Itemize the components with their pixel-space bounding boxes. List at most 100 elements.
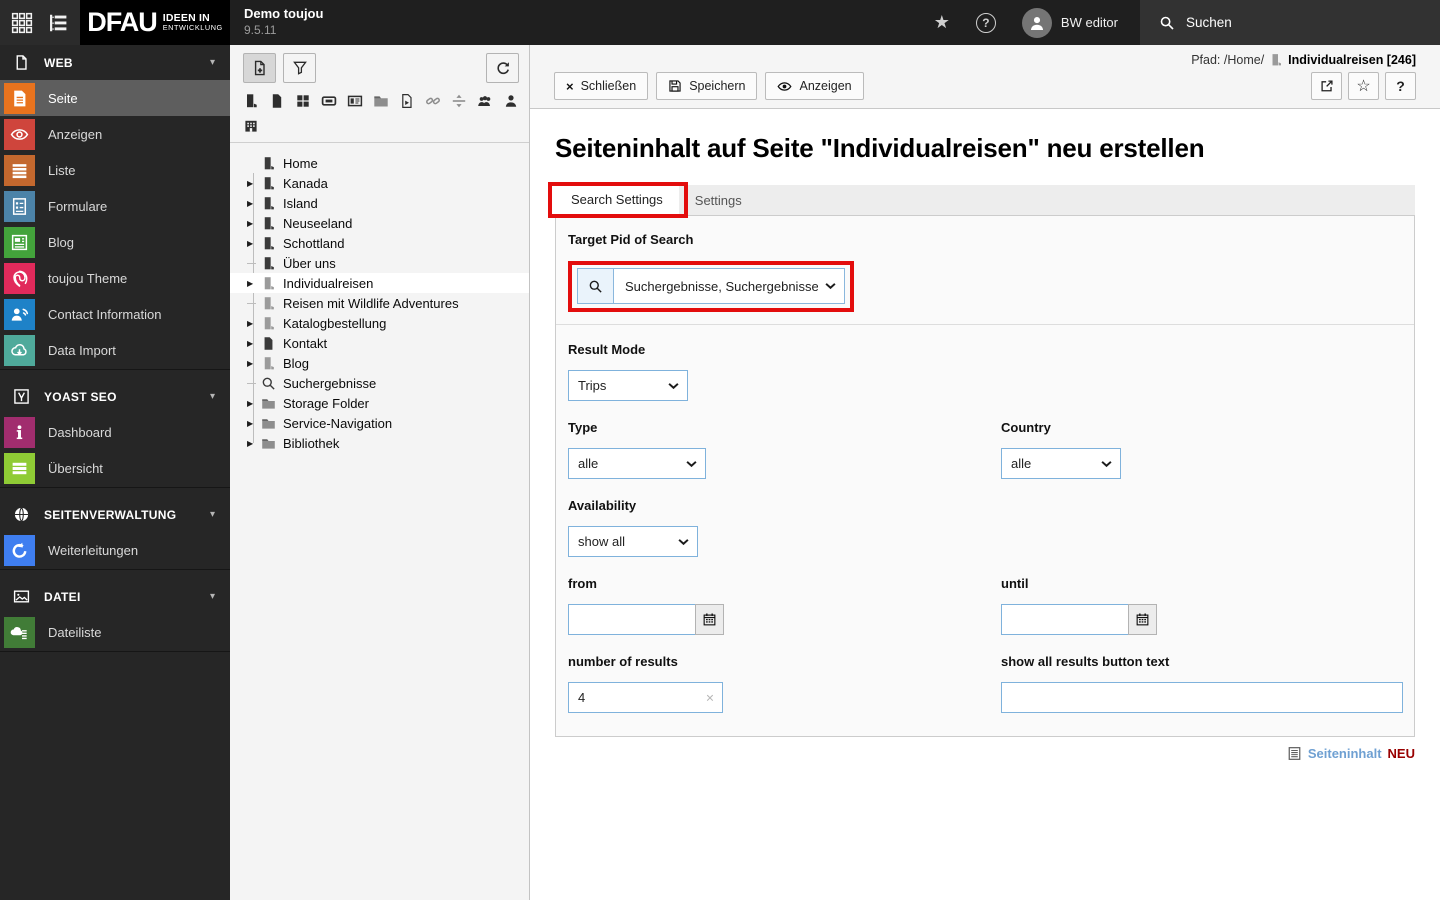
logo-text: DFAU xyxy=(87,7,157,37)
bookmark-star-icon[interactable]: ★ xyxy=(934,12,950,33)
docheader-help-button[interactable]: ? xyxy=(1385,72,1416,100)
divider-icon[interactable] xyxy=(451,93,467,109)
number-of-results-input[interactable] xyxy=(568,682,723,713)
clear-input-icon[interactable]: × xyxy=(706,689,714,705)
chain-icon[interactable] xyxy=(425,93,441,109)
folder-icon[interactable] xyxy=(373,93,389,109)
expand-arrow-icon[interactable]: ▶ xyxy=(247,419,260,428)
tree-item-katalogbestellung[interactable]: ▶ Katalogbestellung xyxy=(230,313,529,333)
tree-item-neuseeland[interactable]: ▶ Neuseeland xyxy=(230,213,529,233)
tree-item-island[interactable]: ▶ Island xyxy=(230,193,529,213)
sidebar-item-label: Liste xyxy=(48,162,76,178)
result-mode-select[interactable]: Trips xyxy=(568,370,688,401)
new-page-button[interactable] xyxy=(243,53,276,83)
expand-arrow-icon[interactable]: ▶ xyxy=(247,439,260,448)
topbar: DFAU IDEEN IN ENTWICKLUNG Demo toujou 9.… xyxy=(0,0,1440,45)
sidebar-item-seite[interactable]: Seite xyxy=(0,80,230,116)
global-search[interactable]: Suchen xyxy=(1140,0,1440,45)
section-header-web[interactable]: WEB ▾ xyxy=(0,45,230,80)
section-header-yoast-seo[interactable]: YOAST SEO ▾ xyxy=(0,379,230,414)
view-button[interactable]: Anzeigen xyxy=(765,72,864,100)
sidebar-item-übersicht[interactable]: Übersicht xyxy=(0,450,230,486)
group-icon[interactable] xyxy=(477,93,493,109)
expand-arrow-icon[interactable]: ▶ xyxy=(247,239,260,248)
sidebar-item-toujou-theme[interactable]: toujou Theme xyxy=(0,260,230,296)
target-pid-select[interactable]: Suchergebnisse, Suchergebnisse xyxy=(613,268,845,304)
search-label: Suchen xyxy=(1186,15,1232,30)
tree-item-suchergebnisse[interactable]: Suchergebnisse xyxy=(230,373,529,393)
show-all-text-input[interactable] xyxy=(1001,682,1403,713)
mod-list-icon xyxy=(4,154,35,186)
tree-item-bibliothek[interactable]: ▶ Bibliothek xyxy=(230,433,529,453)
tree-item-blog[interactable]: ▶ Blog xyxy=(230,353,529,373)
sidebar-item-label: Dashboard xyxy=(48,424,112,440)
sidebar-item-formulare[interactable]: Formulare xyxy=(0,188,230,224)
expand-arrow-icon[interactable]: ▶ xyxy=(247,339,260,348)
bookmark-button[interactable]: ☆ xyxy=(1348,72,1379,100)
door-page-icon[interactable] xyxy=(243,93,259,109)
section-header-datei[interactable]: DATEI ▾ xyxy=(0,579,230,614)
banner-icon[interactable] xyxy=(321,93,337,109)
tree-item-kanada[interactable]: ▶ Kanada xyxy=(230,173,529,193)
grid4-icon[interactable] xyxy=(295,93,311,109)
tree-item-schottland[interactable]: ▶ Schottland xyxy=(230,233,529,253)
expand-arrow-icon[interactable]: ▶ xyxy=(247,359,260,368)
sidebar-item-contact-information[interactable]: Contact Information xyxy=(0,296,230,332)
sidebar-item-blog[interactable]: Blog xyxy=(0,224,230,260)
expand-arrow-icon[interactable]: ▶ xyxy=(247,319,260,328)
close-button[interactable]: × Schließen xyxy=(554,72,649,100)
sidebar-item-dashboard[interactable]: Dashboard xyxy=(0,414,230,450)
save-button[interactable]: Speichern xyxy=(656,72,758,100)
pagetree-toggle-icon[interactable] xyxy=(43,8,73,38)
expand-arrow-icon[interactable]: ▶ xyxy=(247,199,260,208)
filter-button[interactable] xyxy=(283,53,316,83)
tree-item-reisen-mit-wildlife-adventures[interactable]: Reisen mit Wildlife Adventures xyxy=(230,293,529,313)
page-icon xyxy=(1269,53,1283,67)
mediabox-icon[interactable] xyxy=(347,93,363,109)
doc-solid-icon xyxy=(261,336,276,351)
tree-item-service-navigation[interactable]: ▶ Service-Navigation xyxy=(230,413,529,433)
sidebar-item-anzeigen[interactable]: Anzeigen xyxy=(0,116,230,152)
until-calendar-button[interactable] xyxy=(1128,604,1157,635)
mod-filelist-icon xyxy=(4,616,35,648)
tab-settings[interactable]: Settings xyxy=(679,185,758,215)
calendar-icon xyxy=(1135,612,1150,627)
building-icon[interactable] xyxy=(243,118,259,134)
sidebar-item-dateiliste[interactable]: Dateiliste xyxy=(0,614,230,650)
typo3-version: 9.5.11 xyxy=(244,23,277,38)
record-type-link[interactable]: Seiteninhalt xyxy=(1308,746,1382,761)
expand-arrow-icon[interactable]: ▶ xyxy=(247,179,260,188)
user-menu[interactable]: BW editor xyxy=(1021,7,1118,38)
expand-arrow-icon[interactable]: ▶ xyxy=(247,399,260,408)
tab-search-settings[interactable]: Search Settings xyxy=(548,182,688,218)
open-in-new-button[interactable] xyxy=(1311,72,1342,100)
tree-item-individualreisen[interactable]: ▶ Individualreisen xyxy=(230,273,529,293)
sidebar-item-weiterleitungen[interactable]: Weiterleitungen xyxy=(0,532,230,568)
tree-item-home[interactable]: Home xyxy=(230,153,529,173)
expand-arrow-icon[interactable]: ▶ xyxy=(247,219,260,228)
availability-select[interactable]: show all xyxy=(568,526,698,557)
type-select[interactable]: alle xyxy=(568,448,706,479)
from-date-input[interactable] xyxy=(568,604,696,635)
tree-item-über-uns[interactable]: Über uns xyxy=(230,253,529,273)
refresh-button[interactable] xyxy=(486,53,519,83)
section-header-seitenverwaltung[interactable]: SEITENVERWALTUNG ▾ xyxy=(0,497,230,532)
expand-arrow-icon[interactable]: ▶ xyxy=(247,279,260,288)
from-calendar-button[interactable] xyxy=(695,604,724,635)
modules-grid-icon[interactable] xyxy=(7,8,37,38)
result-mode-label: Result Mode xyxy=(568,342,646,357)
country-select[interactable]: alle xyxy=(1001,448,1121,479)
sidebar-item-liste[interactable]: Liste xyxy=(0,152,230,188)
help-icon[interactable]: ? xyxy=(975,12,996,33)
person-icon[interactable] xyxy=(503,93,519,109)
content-element-icon xyxy=(1287,746,1302,761)
tree-item-storage-folder[interactable]: ▶ Storage Folder xyxy=(230,393,529,413)
shortcut-doc-icon[interactable] xyxy=(399,93,415,109)
avatar xyxy=(1021,7,1052,38)
doc-solid-icon[interactable] xyxy=(269,93,285,109)
tree-item-kontakt[interactable]: ▶ Kontakt xyxy=(230,333,529,353)
tree-item-label: Katalogbestellung xyxy=(283,315,387,331)
until-date-input[interactable] xyxy=(1001,604,1129,635)
sidebar-item-data-import[interactable]: Data Import xyxy=(0,332,230,368)
web-doc-icon xyxy=(13,54,30,71)
